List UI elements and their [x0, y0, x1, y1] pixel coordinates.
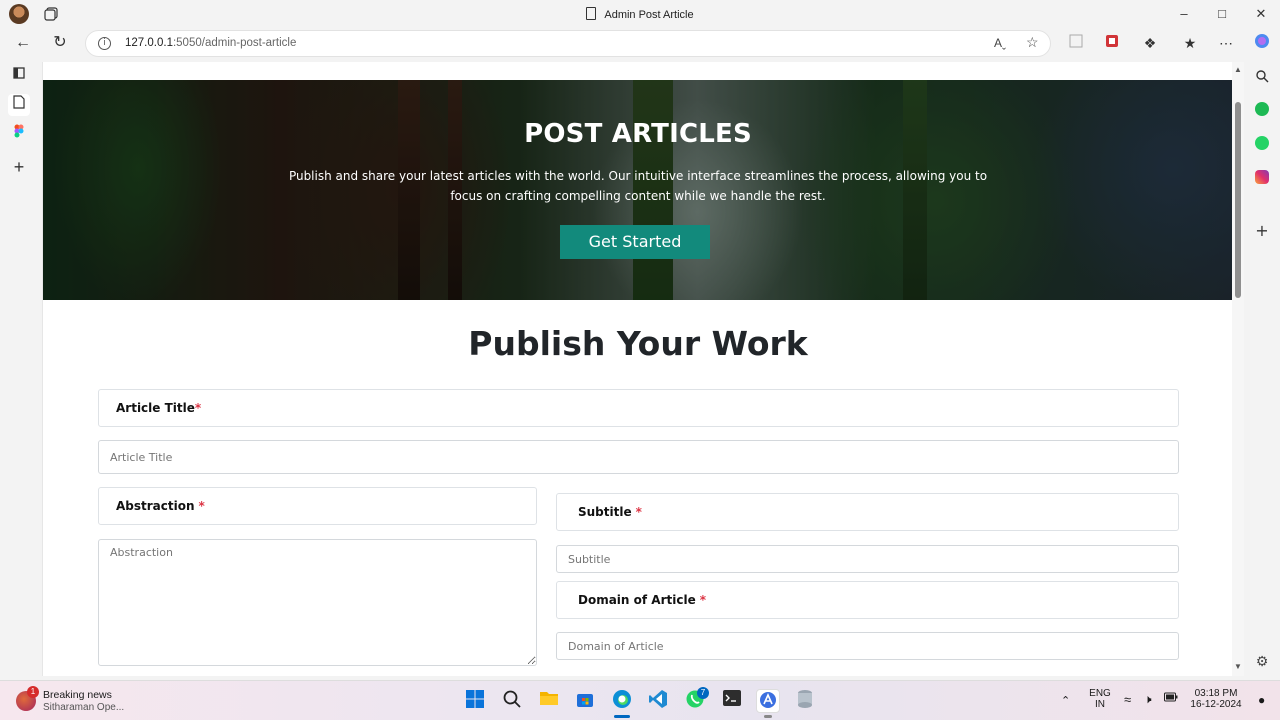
edge-active-indicator	[614, 715, 630, 718]
spotify-icon[interactable]	[1255, 102, 1269, 116]
address-bar[interactable]: i 127.0.0.1:5050/admin-post-article Aˬ ☆	[85, 30, 1051, 57]
vertical-tab-current[interactable]	[8, 94, 30, 116]
required-marker: *	[635, 505, 642, 519]
news-subtitle[interactable]: Sitharaman Ope...	[43, 702, 124, 713]
tab-actions-icon[interactable]	[10, 66, 28, 84]
language-indicator[interactable]: ENG IN	[1088, 688, 1112, 710]
more-menu-icon[interactable]: ⋯	[1216, 33, 1236, 53]
favorites-icon[interactable]: ★	[1180, 33, 1200, 53]
search-icon[interactable]	[1253, 69, 1271, 87]
domain-input[interactable]	[556, 632, 1179, 660]
close-window-button[interactable]: ✕	[1243, 4, 1279, 24]
start-windows-icon[interactable]	[463, 689, 487, 713]
back-button[interactable]: ←	[11, 32, 35, 54]
title-bar: Admin Post Article – □ ✕	[0, 0, 1280, 28]
get-started-button[interactable]: Get Started	[560, 225, 710, 259]
navigation-bar: ← ↻ i 127.0.0.1:5050/admin-post-article …	[0, 28, 1280, 58]
site-info-icon[interactable]: i	[98, 37, 111, 50]
notifications-icon[interactable]: ●	[1258, 693, 1265, 707]
subtitle-label: Subtitle *	[556, 493, 1179, 531]
figma-icon[interactable]	[10, 124, 28, 142]
abstraction-textarea[interactable]	[98, 539, 537, 666]
edge-browser-icon[interactable]	[610, 689, 634, 713]
url-text[interactable]: 127.0.0.1:5050/admin-post-article	[125, 37, 296, 49]
window-title: Admin Post Article	[0, 7, 1280, 21]
required-marker: *	[198, 499, 205, 513]
terminal-icon[interactable]	[720, 689, 744, 713]
file-explorer-icon[interactable]	[537, 689, 561, 713]
copilot-icon[interactable]	[1252, 33, 1272, 53]
instagram-icon[interactable]	[1255, 170, 1269, 184]
hero-description: Publish and share your latest articles w…	[288, 169, 988, 203]
extensions-icon[interactable]: ❖	[1140, 33, 1160, 53]
hero-banner: POST ARTICLES Publish and share your lat…	[43, 80, 1233, 300]
add-sidebar-app-icon[interactable]: +	[1253, 222, 1271, 240]
minimize-button[interactable]: –	[1166, 4, 1202, 24]
taskbar: 1 Breaking news Sitharaman Ope... 7 ⌃ EN…	[0, 680, 1280, 720]
microsoft-store-icon[interactable]	[573, 689, 597, 713]
sidebar-settings-icon[interactable]: ⚙	[1253, 653, 1271, 671]
database-icon[interactable]	[793, 689, 817, 713]
vscode-icon[interactable]	[646, 689, 670, 713]
volume-icon[interactable]: 🕨	[1144, 692, 1152, 707]
app-a-icon[interactable]	[756, 689, 780, 713]
document-icon	[586, 7, 597, 20]
page-viewport: POST ARTICLES Publish and share your lat…	[42, 62, 1244, 676]
news-badge: 1	[27, 686, 39, 698]
new-tab-icon[interactable]: +	[10, 158, 28, 176]
scroll-up-arrow[interactable]: ▲	[1233, 65, 1243, 74]
article-title-input[interactable]	[98, 440, 1179, 474]
battery-icon[interactable]	[1164, 692, 1178, 705]
split-screen-icon[interactable]	[1066, 33, 1086, 53]
maximize-button[interactable]: □	[1204, 4, 1240, 24]
news-title[interactable]: Breaking news	[43, 689, 112, 701]
publish-heading: Publish Your Work	[468, 324, 808, 363]
read-aloud-icon[interactable]: Aˬ	[994, 36, 1006, 50]
favorite-star-icon[interactable]: ☆	[1026, 34, 1039, 51]
app-a-running-indicator	[764, 715, 772, 718]
required-marker: *	[194, 401, 202, 415]
clock[interactable]: 03:18 PM 16-12-2024	[1188, 688, 1244, 710]
required-marker: *	[699, 593, 706, 607]
taskbar-search-icon[interactable]	[500, 689, 524, 713]
abstraction-label: Abstraction *	[98, 487, 537, 525]
show-hidden-icons[interactable]: ⌃	[1061, 694, 1070, 707]
scroll-thumb[interactable]	[1235, 102, 1241, 298]
hero-title: POST ARTICLES	[524, 119, 752, 149]
whatsapp-badge: 7	[697, 687, 709, 699]
domain-label: Domain of Article *	[556, 581, 1179, 619]
subtitle-input[interactable]	[556, 545, 1179, 573]
extension-red-icon[interactable]	[1102, 33, 1122, 53]
page-scrollbar[interactable]: ▲ ▼	[1232, 62, 1244, 676]
whatsapp-icon[interactable]	[1255, 136, 1269, 150]
scroll-down-arrow[interactable]: ▼	[1233, 662, 1243, 671]
article-title-label: Article Title*	[98, 389, 1179, 427]
wifi-icon[interactable]: ≈	[1124, 692, 1131, 707]
refresh-button[interactable]: ↻	[48, 32, 72, 54]
